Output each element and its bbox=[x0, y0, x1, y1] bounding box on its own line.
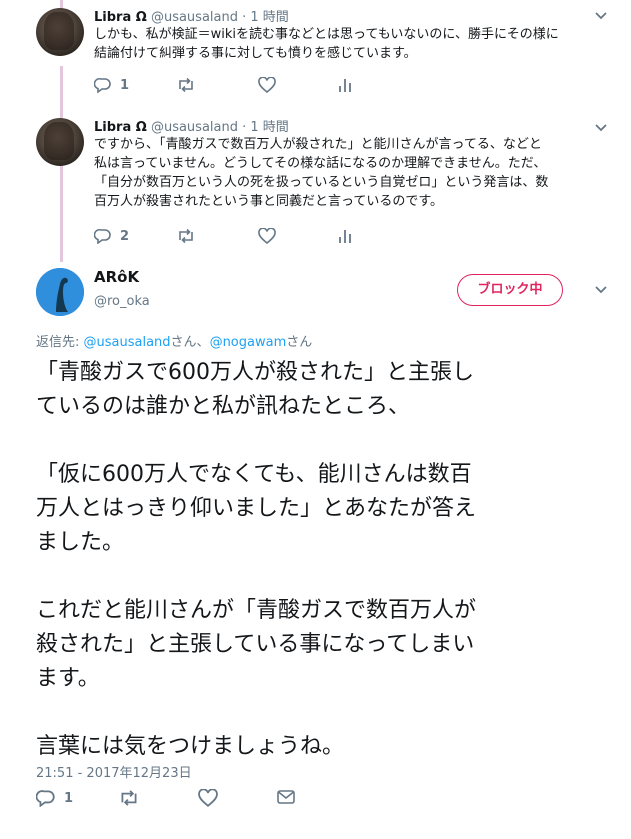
avatar[interactable] bbox=[36, 118, 84, 166]
tweet-text-line: ます。 bbox=[36, 666, 100, 691]
separator-dot: · bbox=[242, 120, 247, 135]
like-button[interactable] bbox=[258, 228, 276, 244]
like-icon bbox=[198, 789, 218, 807]
chevron-down-icon[interactable] bbox=[593, 122, 609, 134]
chevron-down-icon[interactable] bbox=[593, 284, 609, 296]
tweet-time[interactable]: 1 時間 bbox=[250, 120, 288, 135]
reply-icon bbox=[36, 790, 55, 807]
retweet-icon bbox=[179, 228, 193, 244]
tweet-text-line: 万人とはっきり仰いました」とあなたが答え bbox=[36, 496, 477, 521]
reply-tweet[interactable]: Libra Ω @usausaland · 1 時間 しかも、私が検証＝wiki… bbox=[0, 0, 631, 108]
tweet-text-line: ですから、「青酸ガスで数百万人が殺された」と能川さんが言ってる、などと bbox=[94, 137, 542, 152]
tweet-text-line: ました。 bbox=[36, 530, 125, 555]
reply-button[interactable]: 1 bbox=[36, 789, 73, 807]
tweet-body: 「青酸ガスで600万人が殺された」と主張し ているのは誰かと私が訊ねたところ、 … bbox=[36, 356, 606, 764]
like-icon bbox=[258, 77, 276, 93]
reply-count: 2 bbox=[120, 228, 130, 244]
blocked-button[interactable]: ブロック中 bbox=[457, 274, 563, 306]
tweet-actions: 1 bbox=[36, 789, 336, 811]
separator-dot: · bbox=[242, 10, 247, 25]
reply-icon bbox=[94, 77, 111, 93]
tweet-text-line: ているのは誰かと私が訊ねたところ、 bbox=[36, 394, 411, 419]
tweet-text-line: しかも、私が検証＝wikiを読む事などとは思ってもいないのに、勝手にその様に bbox=[94, 27, 559, 42]
retweet-button[interactable] bbox=[176, 77, 196, 93]
dm-icon bbox=[277, 790, 295, 804]
tweet-text-line: 「青酸ガスで600万人が殺された」と主張し bbox=[36, 360, 474, 385]
tweet-header: Libra Ω @usausaland · 1 時間 bbox=[94, 6, 289, 25]
retweet-button[interactable] bbox=[176, 228, 196, 244]
tweet-text-line: 百万人が殺害されたという事と同義だと言っているのです。 bbox=[94, 194, 444, 209]
user-handle[interactable]: @usausaland bbox=[151, 120, 238, 135]
like-icon bbox=[258, 228, 276, 244]
analytics-icon bbox=[339, 230, 351, 243]
direct-message-button[interactable] bbox=[276, 789, 296, 805]
tweet-text: ですから、「青酸ガスで数百万人が殺された」と能川さんが言ってる、などと 私は言っ… bbox=[94, 135, 599, 211]
retweet-icon bbox=[179, 77, 193, 93]
tweet-text-line: 「自分が数百万という人の死を扱っているという自覚ゼロ」という発言は、数 bbox=[94, 175, 549, 190]
analytics-button[interactable] bbox=[338, 77, 352, 93]
mention-link[interactable]: @usausaland bbox=[84, 335, 171, 350]
tweet-header: Libra Ω @usausaland · 1 時間 bbox=[94, 116, 289, 135]
reply-icon bbox=[94, 228, 111, 244]
reply-count: 1 bbox=[64, 790, 74, 806]
tweet-text-line: 「仮に600万人でなくても、能川さんは数百 bbox=[36, 462, 472, 487]
replying-sep: さん、 bbox=[170, 335, 210, 350]
tweet-actions: 2 bbox=[94, 228, 514, 248]
tweet-text-line: 言葉には気をつけましょうね。 bbox=[36, 734, 345, 759]
display-name[interactable]: Libra Ω bbox=[94, 10, 147, 25]
replying-suffix: さん bbox=[286, 335, 313, 350]
user-handle[interactable]: @ro_oka bbox=[94, 294, 150, 309]
tweet-text-line: 結論付けて糾弾する事に対しても憤りを感じています。 bbox=[94, 46, 417, 61]
tweet-text: しかも、私が検証＝wikiを読む事などとは思ってもいないのに、勝手にその様に 結… bbox=[94, 25, 599, 63]
like-button[interactable] bbox=[258, 77, 276, 93]
tweet-time[interactable]: 1 時間 bbox=[250, 10, 288, 25]
tweet-text-line: 私は言っていません。どうしてその様な話になるのか理解できません。ただ、 bbox=[94, 156, 547, 171]
like-button[interactable] bbox=[198, 789, 218, 807]
tweet-text-line: 殺された」と主張している事になってしまい bbox=[36, 632, 475, 657]
retweet-button[interactable] bbox=[118, 789, 140, 807]
retweet-icon bbox=[121, 790, 137, 806]
replying-label: 返信先: bbox=[36, 335, 84, 350]
mention-link[interactable]: @nogawam bbox=[210, 335, 287, 350]
avatar[interactable] bbox=[36, 8, 84, 56]
reply-button[interactable]: 1 bbox=[94, 77, 129, 93]
chevron-down-icon[interactable] bbox=[593, 10, 609, 22]
tweet-text-line: これだと能川さんが「青酸ガスで数百万人が bbox=[36, 598, 477, 623]
display-name[interactable]: ARôK bbox=[94, 268, 139, 286]
avatar-logo-icon bbox=[36, 268, 84, 316]
tweet-timestamp[interactable]: 21:51 - 2017年12月23日 bbox=[36, 762, 192, 781]
analytics-icon bbox=[339, 79, 351, 92]
reply-count: 1 bbox=[120, 77, 130, 93]
user-handle[interactable]: @usausaland bbox=[151, 10, 238, 25]
tweet-actions: 1 bbox=[94, 77, 514, 97]
avatar[interactable] bbox=[36, 268, 84, 316]
reply-button[interactable]: 2 bbox=[94, 228, 129, 244]
display-name[interactable]: Libra Ω bbox=[94, 120, 147, 135]
analytics-button[interactable] bbox=[338, 228, 352, 244]
replying-to: 返信先: @usausalandさん、@nogawamさん bbox=[36, 331, 312, 350]
